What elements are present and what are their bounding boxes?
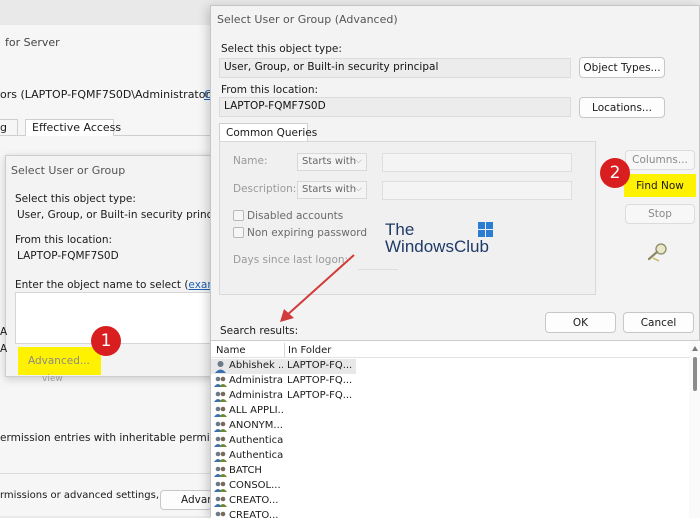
header-separator xyxy=(211,357,689,358)
list-item[interactable]: CONSOL... xyxy=(211,479,356,494)
group-icon xyxy=(214,510,227,518)
object-types-button[interactable]: Object Types... xyxy=(579,57,665,78)
column-header-folder[interactable]: In Folder xyxy=(288,345,331,356)
group-icon xyxy=(214,480,227,493)
cancel-button[interactable]: Cancel xyxy=(623,312,694,333)
result-name: ANONYM... xyxy=(229,420,283,431)
object-type-field: User, Group, or Built-in security princi… xyxy=(219,58,571,78)
result-name: Administra... xyxy=(229,390,283,401)
search-results-list[interactable]: Name In Folder Abhishek ... LAPTOP-FQ... A… xyxy=(211,340,700,518)
results-scrollbar[interactable] xyxy=(689,341,700,518)
name-query-input[interactable] xyxy=(382,153,572,172)
locations-button[interactable]: Locations... xyxy=(579,97,665,118)
find-now-button[interactable]: Find Now xyxy=(625,176,695,195)
non-expiring-label: Non expiring password xyxy=(247,227,368,239)
advanced-dialog-title: Select User or Group (Advanced) xyxy=(217,13,398,26)
annotation-arrow xyxy=(280,254,355,322)
list-item[interactable]: BATCH xyxy=(211,464,356,479)
scroll-up-icon[interactable] xyxy=(692,346,698,351)
step-2-badge: 2 xyxy=(600,158,630,188)
list-item[interactable]: ALL APPLI... xyxy=(211,404,356,419)
search-animation-icon xyxy=(646,242,670,262)
result-folder: LAPTOP-FQ... xyxy=(287,375,353,386)
column-divider[interactable] xyxy=(284,343,285,357)
step-1-badge: 1 xyxy=(91,326,121,356)
location-field: LAPTOP-FQMF7S0D xyxy=(219,97,571,117)
name-starts-with-select[interactable]: Starts with ⌵ xyxy=(297,153,367,171)
small-left-a1: A xyxy=(0,326,8,338)
group-icon xyxy=(214,495,227,508)
small-left-a2: A xyxy=(0,343,8,355)
column-header-name[interactable]: Name xyxy=(216,345,246,356)
list-item[interactable]: CREATO... xyxy=(211,494,356,509)
common-queries-tab[interactable]: Common Queries xyxy=(219,123,317,142)
group-icon xyxy=(214,450,227,463)
windowsclub-watermark: The WindowsClub xyxy=(385,220,505,260)
list-item[interactable]: Administra... LAPTOP-FQ... xyxy=(211,374,356,389)
result-name: CONSOL... xyxy=(229,480,281,491)
bg-permissions-text: rmissions or advanced settings, xyxy=(0,490,159,501)
result-name: Administra... xyxy=(229,375,283,386)
group-icon xyxy=(214,435,227,448)
non-expiring-checkbox[interactable] xyxy=(233,227,244,238)
small-location-value: LAPTOP-FQMF7S0D xyxy=(17,250,119,262)
group-icon xyxy=(214,420,227,433)
disabled-accounts-checkbox[interactable] xyxy=(233,210,244,221)
object-type-label: Select this object type: xyxy=(221,43,342,55)
location-label: From this location: xyxy=(221,84,319,96)
results-rows: Abhishek ... LAPTOP-FQ... Administra... LAP… xyxy=(211,359,689,518)
result-name: Abhishek ... xyxy=(229,360,283,371)
user-icon xyxy=(214,360,227,373)
chevron-down-icon: ⌵ xyxy=(355,184,362,194)
bg-tab-partial[interactable]: g xyxy=(0,119,18,135)
columns-button[interactable]: Columns... xyxy=(625,150,695,170)
chevron-down-icon: ⌵ xyxy=(355,156,362,166)
result-name: ALL APPLI... xyxy=(229,405,283,416)
list-item[interactable]: Authentica... xyxy=(211,434,356,449)
list-item[interactable]: Abhishek ... LAPTOP-FQ... xyxy=(211,359,356,374)
small-object-type-label: Select this object type: xyxy=(15,193,136,205)
disabled-accounts-label: Disabled accounts xyxy=(247,210,344,222)
small-location-label: From this location: xyxy=(15,234,113,246)
stop-button[interactable]: Stop xyxy=(625,204,695,224)
bg-window-title: for Server xyxy=(5,36,60,49)
bg-group-line: ors (LAPTOP-FQMF7S0D\Administrators) xyxy=(0,88,221,101)
small-object-type-value: User, Group, or Built-in security princi… xyxy=(17,209,232,221)
small-dialog-title: Select User or Group xyxy=(11,164,126,177)
scrollbar-thumb[interactable] xyxy=(693,357,697,391)
description-starts-with-select[interactable]: Starts with ⌵ xyxy=(297,181,367,199)
description-query-input[interactable] xyxy=(382,181,572,200)
small-view-partial: view xyxy=(42,374,63,384)
bg-tab-effective-access[interactable]: Effective Access xyxy=(25,119,121,136)
result-name: Authentica... xyxy=(229,435,283,446)
result-name: BATCH xyxy=(229,465,262,476)
ok-button[interactable]: OK xyxy=(545,312,616,333)
windows-logo-icon xyxy=(478,222,494,238)
list-item[interactable]: CREATO... xyxy=(211,509,356,518)
description-label: Description: xyxy=(233,183,297,195)
group-icon xyxy=(214,375,227,388)
small-advanced-button[interactable]: Advanced... xyxy=(27,352,90,370)
list-item[interactable]: Administra... LAPTOP-FQ... xyxy=(211,389,356,404)
result-folder: LAPTOP-FQ... xyxy=(287,390,353,401)
result-name: CREATO... xyxy=(229,510,279,518)
result-name: Authentica... xyxy=(229,450,283,461)
bg-inherit-text: ermission entries with inheritable permi… xyxy=(0,432,237,444)
list-item[interactable]: ANONYM... xyxy=(211,419,356,434)
group-icon xyxy=(214,390,227,403)
bg-advanced-button[interactable]: Advan xyxy=(160,490,214,510)
group-icon xyxy=(214,405,227,418)
result-folder: LAPTOP-FQ... xyxy=(287,360,353,371)
result-name: CREATO... xyxy=(229,495,279,506)
name-label: Name: xyxy=(233,155,268,167)
bg-divider xyxy=(0,473,215,474)
list-item[interactable]: Authentica... xyxy=(211,449,356,464)
group-icon xyxy=(214,465,227,478)
